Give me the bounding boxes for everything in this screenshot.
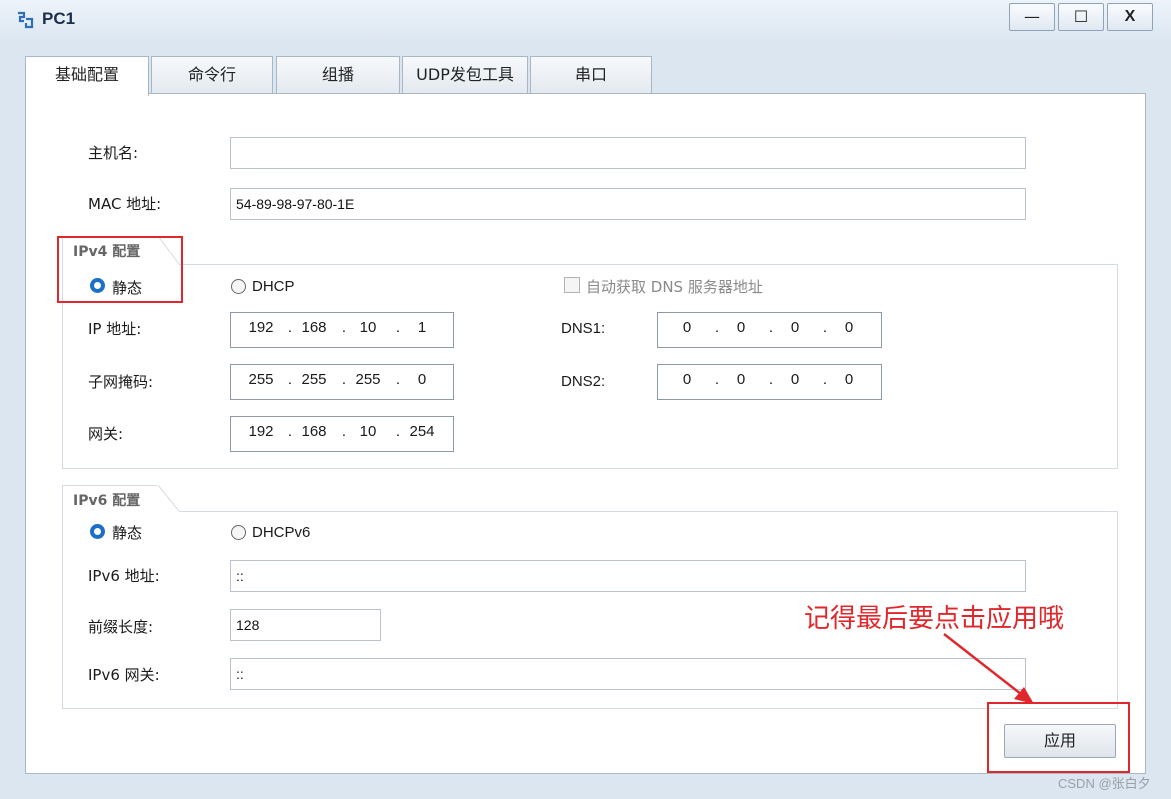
prefix-length-label: 前缀长度: — [88, 618, 154, 636]
ip-octet: 255 — [248, 371, 274, 388]
tab-label: 命令行 — [187, 65, 236, 84]
tab-udp-tool[interactable]: UDP发包工具 — [402, 56, 528, 94]
ip-octet: 255 — [355, 371, 381, 388]
ipv6-gateway-input[interactable]: :: — [230, 658, 1026, 690]
tab-label: 组播 — [321, 65, 354, 84]
ip-dot: . — [341, 319, 347, 336]
ipv6-address-label: IPv6 地址: — [88, 567, 160, 585]
ipv6-address-input[interactable]: :: — [230, 560, 1026, 592]
ip-dot: . — [395, 319, 401, 336]
ip-dot: . — [714, 319, 720, 336]
tab-label: UDP发包工具 — [416, 65, 514, 84]
ip-octet: 0 — [790, 371, 800, 388]
dns2-input[interactable]: 0 . 0 . 0 . 0 — [657, 364, 882, 400]
ipv6-static-label: 静态 — [112, 524, 143, 542]
hostname-input[interactable] — [230, 137, 1026, 169]
minimize-icon: — — [1024, 7, 1040, 26]
ip-dot: . — [768, 371, 774, 388]
ip-octet: 0 — [417, 371, 427, 388]
title-bar: PC1 — ☐ X — [0, 0, 1171, 40]
ip-octet: 10 — [359, 319, 377, 336]
ip-dot: . — [287, 371, 293, 388]
gateway-label: 网关: — [88, 425, 124, 443]
ipv6-static-radio[interactable] — [90, 524, 105, 539]
ip-label: IP 地址: — [88, 320, 142, 338]
ipv4-dhcp-label: DHCP — [252, 278, 295, 295]
ip-octet: 1 — [417, 319, 427, 336]
maximize-button[interactable]: ☐ — [1058, 3, 1104, 31]
subnet-mask-input[interactable]: 255 . 255 . 255 . 0 — [230, 364, 454, 400]
ip-octet: 0 — [844, 319, 854, 336]
ip-octet: 192 — [248, 319, 274, 336]
ip-octet: 0 — [682, 371, 692, 388]
tab-label: 基础配置 — [54, 65, 119, 84]
ip-dot: . — [822, 319, 828, 336]
ip-octet: 255 — [301, 371, 327, 388]
close-icon: X — [1124, 8, 1136, 25]
tab-basic-config[interactable]: 基础配置 — [25, 56, 149, 96]
arrow-icon — [943, 633, 1034, 704]
tab-serial[interactable]: 串口 — [530, 56, 652, 94]
ip-dot: . — [341, 371, 347, 388]
ip-octet: 168 — [301, 319, 327, 336]
ipv4-highlight-box — [57, 236, 183, 303]
ip-dot: . — [287, 319, 293, 336]
minimize-button[interactable]: — — [1009, 3, 1055, 31]
close-button[interactable]: X — [1107, 3, 1153, 31]
ip-octet: 0 — [682, 319, 692, 336]
hostname-label: 主机名: — [88, 144, 139, 162]
mac-address-field[interactable]: 54-89-98-97-80-1E — [230, 188, 1026, 220]
ip-dot: . — [341, 423, 347, 440]
ip-dot: . — [714, 371, 720, 388]
ip-dot: . — [822, 371, 828, 388]
ip-octet: 254 — [409, 423, 435, 440]
auto-dns-checkbox[interactable] — [564, 277, 580, 293]
ipv4-dhcp-radio[interactable] — [231, 279, 246, 294]
tab-command-line[interactable]: 命令行 — [151, 56, 273, 94]
ip-octet: 0 — [736, 371, 746, 388]
ipv6-gateway-label: IPv6 网关: — [88, 666, 160, 684]
tab-multicast[interactable]: 组播 — [276, 56, 400, 94]
dns2-label: DNS2: — [561, 373, 606, 390]
auto-dns-label: 自动获取 DNS 服务器地址 — [586, 278, 763, 296]
window-title: PC1 — [42, 9, 76, 28]
ip-octet: 0 — [844, 371, 854, 388]
watermark: CSDN @张白夕 — [1058, 776, 1151, 791]
pc-app-icon — [18, 11, 34, 29]
subnet-mask-label: 子网掩码: — [88, 373, 154, 391]
dns1-input[interactable]: 0 . 0 . 0 . 0 — [657, 312, 882, 348]
ip-dot: . — [287, 423, 293, 440]
ip-address-input[interactable]: 192 . 168 . 10 . 1 — [230, 312, 454, 348]
ip-octet: 0 — [790, 319, 800, 336]
ipv6-group-title: IPv6 配置 — [62, 485, 158, 515]
ip-dot: . — [768, 319, 774, 336]
ipv6-dhcp-label: DHCPv6 — [252, 524, 311, 541]
ip-dot: . — [395, 371, 401, 388]
ip-octet: 168 — [301, 423, 327, 440]
tab-label: 串口 — [574, 65, 607, 84]
dns1-label: DNS1: — [561, 320, 606, 337]
ip-octet: 0 — [736, 319, 746, 336]
group-tab-edge — [157, 485, 179, 515]
ip-octet: 10 — [359, 423, 377, 440]
ip-dot: . — [395, 423, 401, 440]
gateway-input[interactable]: 192 . 168 . 10 . 254 — [230, 416, 454, 452]
mac-label: MAC 地址: — [88, 195, 162, 213]
ipv6-dhcp-radio[interactable] — [231, 525, 246, 540]
ip-octet: 192 — [248, 423, 274, 440]
maximize-icon: ☐ — [1073, 7, 1089, 26]
prefix-length-input[interactable]: 128 — [230, 609, 381, 641]
